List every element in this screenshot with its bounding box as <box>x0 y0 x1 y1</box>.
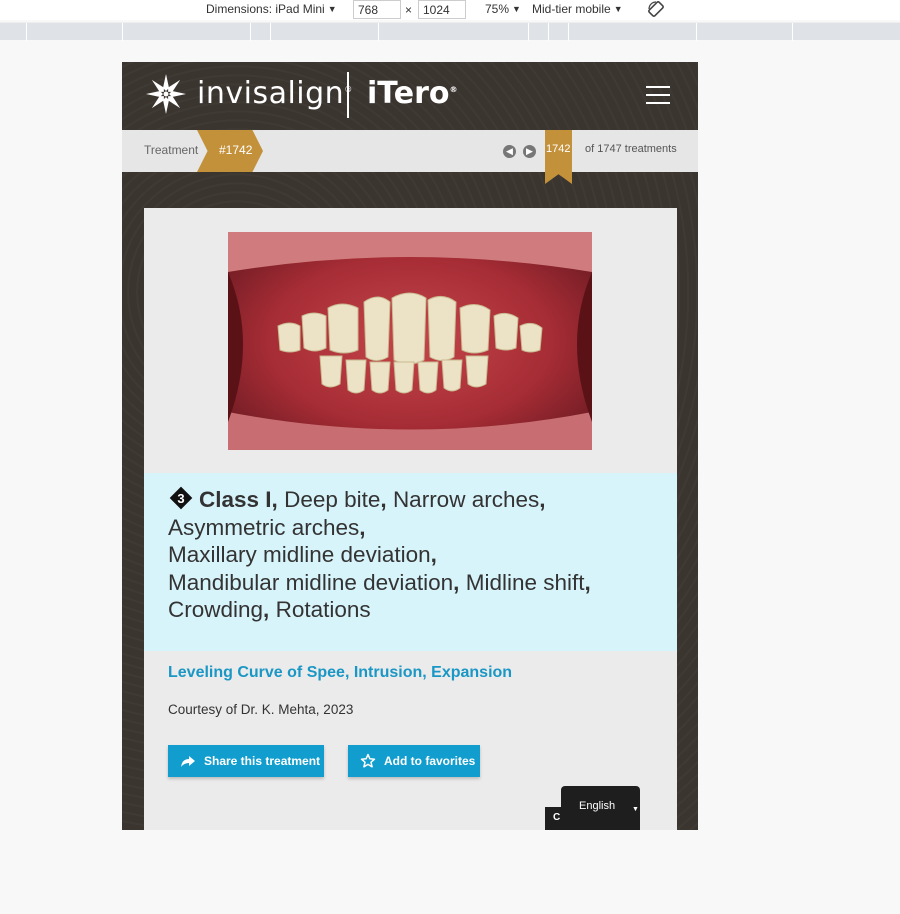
chevron-down-icon: ▼ <box>632 806 639 813</box>
classification-line-1: 3 Class I, Deep bite, Narrow arches, <box>168 485 653 514</box>
devtools-toolbar: Dimensions: iPad Mini ▼ 768 × 1024 75% ▼… <box>0 0 900 20</box>
breadcrumb-tag: #1742 <box>197 130 263 172</box>
classification-box: 3 Class I, Deep bite, Narrow arches, Asy… <box>144 473 677 651</box>
language-label: English <box>579 800 616 812</box>
zoom-label: 75% <box>485 2 510 16</box>
share-treatment-button[interactable]: Share this treatment <box>168 745 324 777</box>
caret-down-icon: ▼ <box>613 4 623 14</box>
device-label: Dimensions: iPad Mini <box>206 2 325 16</box>
media-query-ruler[interactable] <box>0 22 900 41</box>
device-viewport: invisalign® iTero® Treatment #1742 ◀ ▶ o… <box>122 62 698 830</box>
invisalign-star-logo[interactable] <box>144 72 188 116</box>
caret-down-icon: ▼ <box>512 4 521 14</box>
invisalign-wordmark: invisalign® <box>197 76 352 111</box>
width-input[interactable]: 768 <box>353 0 401 19</box>
star-icon <box>360 753 376 768</box>
share-arrow-icon <box>181 756 195 767</box>
rotate-icon[interactable] <box>647 0 665 18</box>
throttle-label: Mid-tier mobile <box>532 2 611 16</box>
breadcrumb: Treatment #1742 ◀ ▶ of 1747 treatments <box>122 130 698 172</box>
current-treatment-ribbon: 1742 <box>545 130 572 184</box>
condition: Midline shift <box>465 569 585 595</box>
favorite-label: Add to favorites <box>384 754 476 768</box>
itero-wordmark: iTero® <box>367 76 458 111</box>
throttle-select[interactable]: Mid-tier mobile ▼ <box>532 2 623 16</box>
condition: Crowding <box>168 597 264 622</box>
brand-divider <box>347 72 349 118</box>
previous-arrow-icon[interactable]: ◀ <box>503 145 516 158</box>
caret-down-icon: ▼ <box>327 4 337 14</box>
case-number-diamond-icon: 3 <box>169 486 193 510</box>
classification-line-2: Asymmetric arches, <box>168 514 366 540</box>
zoom-select[interactable]: 75% ▼ <box>485 2 521 16</box>
hamburger-menu-icon[interactable] <box>646 86 670 104</box>
condition: Rotations <box>275 597 371 622</box>
condition: Deep bite <box>284 487 381 512</box>
device-select[interactable]: Dimensions: iPad Mini ▼ <box>206 2 337 16</box>
treatment-count: of 1747 treatments <box>585 143 677 155</box>
next-arrow-icon[interactable]: ▶ <box>523 145 536 158</box>
site-header: invisalign® iTero® <box>122 62 698 130</box>
courtesy-text: Courtesy of Dr. K. Mehta, 2023 <box>168 702 354 717</box>
language-selector[interactable]: English ▼ <box>561 786 640 830</box>
height-input[interactable]: 1024 <box>418 0 466 19</box>
condition: Narrow arches <box>392 487 540 512</box>
times-sign: × <box>405 3 413 17</box>
treatment-card: 3 Class I, Deep bite, Narrow arches, Asy… <box>144 208 677 830</box>
condition: Maxillary midline deviation <box>168 542 431 567</box>
classification-line-4: Mandibular midline deviation, Midline sh… <box>168 569 591 595</box>
condition: Mandibular midline deviation <box>168 569 454 595</box>
classification-line-3: Maxillary midline deviation, <box>168 542 437 567</box>
breadcrumb-label[interactable]: Treatment <box>144 143 198 157</box>
treatment-photo[interactable] <box>228 232 592 450</box>
condition: Asymmetric arches <box>168 514 360 540</box>
svg-text:3: 3 <box>177 491 184 506</box>
add-to-favorites-button[interactable]: Add to favorites <box>348 745 480 777</box>
treatment-list: Leveling Curve of Spee, Intrusion, Expan… <box>168 664 513 681</box>
classification-line-5: Crowding, Rotations <box>168 597 371 622</box>
share-label: Share this treatment <box>204 754 321 768</box>
class-label: Class I <box>199 487 272 512</box>
